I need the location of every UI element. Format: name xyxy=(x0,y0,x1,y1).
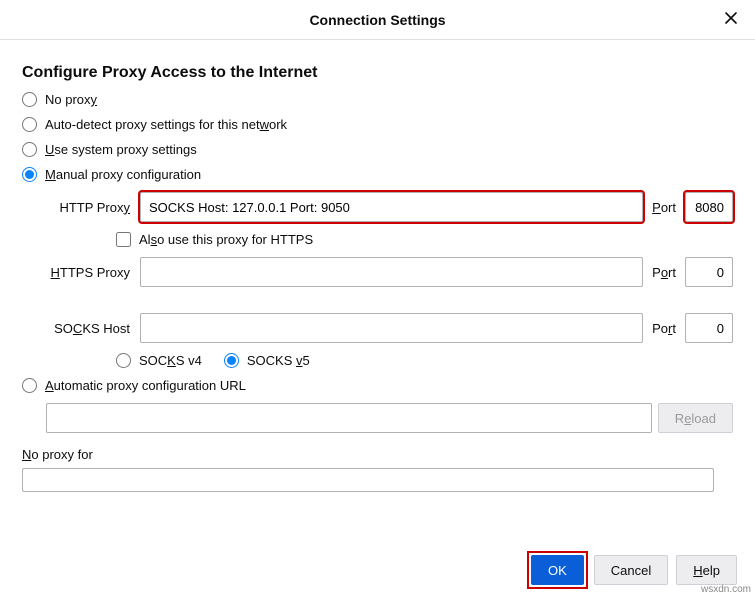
reload-button[interactable]: Reload xyxy=(658,403,733,433)
socks-v5-label: SOCKS v5 xyxy=(247,353,310,368)
https-proxy-input[interactable] xyxy=(140,257,643,287)
socks-port-input[interactable] xyxy=(685,313,733,343)
socks-host-row: SOCKS Host Port xyxy=(22,313,733,343)
cancel-button[interactable]: Cancel xyxy=(594,555,668,585)
no-proxy-for-input[interactable] xyxy=(22,468,714,492)
radio-system-label: Use system proxy settings xyxy=(45,142,197,157)
help-button[interactable]: Help xyxy=(676,555,737,585)
http-proxy-input[interactable] xyxy=(140,192,643,222)
section-heading: Configure Proxy Access to the Internet xyxy=(22,64,733,82)
pac-url-row: Reload xyxy=(46,403,733,433)
dialog-footer: OK Cancel Help xyxy=(0,543,755,597)
radio-system-input[interactable] xyxy=(22,142,37,157)
https-port-input[interactable] xyxy=(685,257,733,287)
socks-v5-radio[interactable] xyxy=(224,353,239,368)
http-proxy-label: HTTP Proxy xyxy=(22,200,134,215)
socks-port-label: Port xyxy=(649,321,679,336)
https-proxy-row: HTTPS Proxy Port xyxy=(22,257,733,287)
http-port-input[interactable] xyxy=(685,192,733,222)
socks-host-label: SOCKS Host xyxy=(22,321,134,336)
no-proxy-for-label: No proxy for xyxy=(22,447,733,462)
also-https-row[interactable]: Also use this proxy for HTTPS xyxy=(116,232,733,247)
dialog-body: Configure Proxy Access to the Internet N… xyxy=(0,40,755,543)
http-proxy-row: HTTP Proxy Port xyxy=(22,192,733,222)
radio-system[interactable]: Use system proxy settings xyxy=(22,142,733,157)
radio-no-proxy[interactable]: No proxy xyxy=(22,92,733,107)
https-port-label: Port xyxy=(649,265,679,280)
close-icon[interactable] xyxy=(723,10,743,30)
dialog-title: Connection Settings xyxy=(309,12,445,28)
socks-host-input[interactable] xyxy=(140,313,643,343)
radio-pac-label: Automatic proxy configuration URL xyxy=(45,378,246,393)
https-proxy-label: HTTPS Proxy xyxy=(22,265,134,280)
socks-v4-label: SOCKS v4 xyxy=(139,353,202,368)
radio-auto-detect[interactable]: Auto-detect proxy settings for this netw… xyxy=(22,117,733,132)
socks-v4-radio[interactable] xyxy=(116,353,131,368)
radio-pac-input[interactable] xyxy=(22,378,37,393)
http-port-label: Port xyxy=(649,200,679,215)
radio-manual[interactable]: Manual proxy configuration xyxy=(22,167,733,182)
dialog-titlebar: Connection Settings xyxy=(0,0,755,40)
ok-button-highlight: OK xyxy=(529,553,586,587)
also-https-checkbox[interactable] xyxy=(116,232,131,247)
radio-manual-input[interactable] xyxy=(22,167,37,182)
watermark: wsxdn.com xyxy=(701,584,751,595)
ok-button[interactable]: OK xyxy=(531,555,584,585)
radio-auto-detect-label: Auto-detect proxy settings for this netw… xyxy=(45,117,287,132)
radio-no-proxy-label: No proxy xyxy=(45,92,97,107)
socks-version-row: SOCKS v4 SOCKS v5 xyxy=(116,353,733,368)
pac-url-input[interactable] xyxy=(46,403,652,433)
radio-auto-detect-input[interactable] xyxy=(22,117,37,132)
radio-manual-label: Manual proxy configuration xyxy=(45,167,201,182)
radio-no-proxy-input[interactable] xyxy=(22,92,37,107)
also-https-label: Also use this proxy for HTTPS xyxy=(139,232,313,247)
radio-pac[interactable]: Automatic proxy configuration URL xyxy=(22,378,733,393)
